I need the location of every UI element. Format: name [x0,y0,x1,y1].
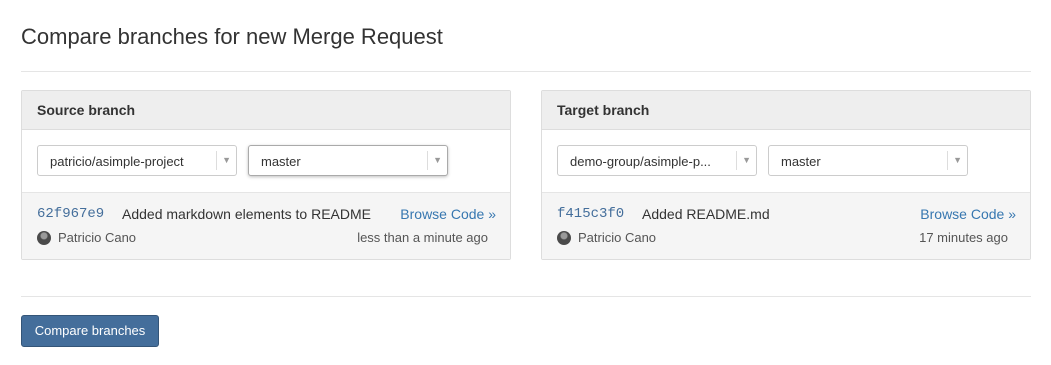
target-author-name: Patricio Cano [578,230,657,245]
target-branch-select[interactable]: master ▼ [768,145,968,176]
target-commit-message: Added README.md [642,206,770,222]
source-commit-sha[interactable]: 62f967e9 [37,206,104,222]
target-project-select[interactable]: demo-group/asimple-p... ▼ [557,145,757,176]
target-branch-value: master [781,154,821,169]
target-commit-author: Patricio Cano [557,230,656,245]
source-commit-info: 62f967e9 Added markdown elements to READ… [22,192,510,259]
target-commit-sha[interactable]: f415c3f0 [557,206,624,222]
source-branch-value: master [261,154,301,169]
target-branch-panel: Target branch demo-group/asimple-p... ▼ … [541,90,1031,260]
title-divider [21,71,1031,72]
target-commit-time: 17 minutes ago [919,230,1008,245]
source-branch-selectors: patricio/asimple-project ▼ master ▼ [22,130,510,192]
source-branch-heading: Source branch [22,91,510,130]
target-browse-code-link[interactable]: Browse Code » [920,206,1016,222]
target-project-value: demo-group/asimple-p... [570,154,711,169]
user-avatar [37,230,51,245]
chevron-down-icon: ▼ [953,155,962,165]
actions-divider [21,296,1031,297]
source-project-value: patricio/asimple-project [50,154,184,169]
compare-branches-button[interactable]: Compare branches [21,315,159,347]
source-branch-panel: Source branch patricio/asimple-project ▼… [21,90,511,260]
source-project-select[interactable]: patricio/asimple-project ▼ [37,145,237,176]
source-commit-time: less than a minute ago [357,230,488,245]
target-commit-info: f415c3f0 Added README.md Browse Code » P… [542,192,1030,259]
source-commit-author: Patricio Cano [37,230,136,245]
chevron-down-icon: ▼ [433,155,442,165]
source-author-name: Patricio Cano [58,230,137,245]
user-avatar [557,230,571,245]
source-branch-select[interactable]: master ▼ [248,145,448,176]
source-browse-code-link[interactable]: Browse Code » [400,206,496,222]
chevron-down-icon: ▼ [222,155,231,165]
target-branch-selectors: demo-group/asimple-p... ▼ master ▼ [542,130,1030,192]
chevron-down-icon: ▼ [742,155,751,165]
source-commit-message: Added markdown elements to README [122,206,371,222]
page-title: Compare branches for new Merge Request [21,24,443,49]
target-branch-heading: Target branch [542,91,1030,130]
